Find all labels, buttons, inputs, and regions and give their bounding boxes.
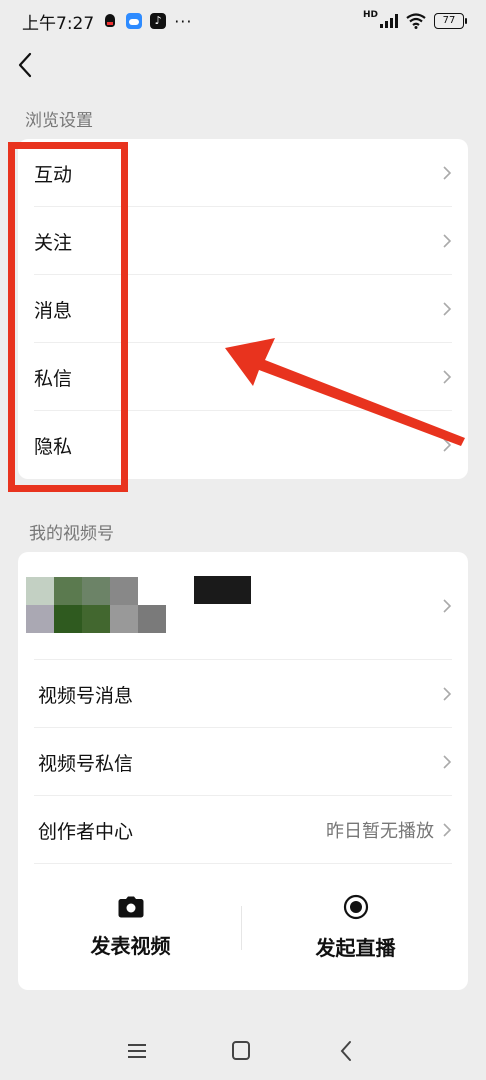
channel-actions: 发表视频 发起直播	[18, 864, 468, 990]
row-label: 创作者中心	[38, 820, 134, 843]
home-icon[interactable]	[226, 1038, 256, 1064]
row-label: 隐私	[34, 435, 73, 458]
network-label: HD	[362, 10, 378, 20]
row-label: 关注	[34, 231, 73, 254]
chevron-right-icon	[443, 302, 452, 316]
chevron-right-icon	[443, 687, 452, 701]
menu-icon[interactable]	[122, 1038, 152, 1064]
chevron-right-icon	[443, 599, 452, 613]
section-title-my-channels: 我的视频号	[29, 524, 114, 544]
live-record-icon	[343, 894, 368, 919]
avatar	[26, 577, 166, 633]
section-title-browse-settings: 浏览设置	[25, 111, 93, 131]
row-label: 私信	[34, 367, 73, 390]
qq-icon	[102, 13, 119, 29]
tiktok-icon: ♪	[150, 13, 167, 29]
settings-row-direct-messages[interactable]: 私信	[18, 343, 468, 411]
chevron-right-icon	[443, 438, 452, 452]
settings-row-follow[interactable]: 关注	[18, 207, 468, 275]
back-icon[interactable]	[332, 1038, 362, 1064]
action-label: 发起直播	[315, 935, 396, 960]
row-label: 视频号私信	[38, 752, 134, 775]
publish-video-button[interactable]: 发表视频	[18, 864, 243, 990]
row-label: 消息	[34, 299, 73, 322]
system-nav-bar	[0, 1022, 486, 1080]
row-label: 视频号消息	[38, 684, 134, 707]
settings-row-messages[interactable]: 消息	[18, 275, 468, 343]
channel-name-redacted	[194, 576, 251, 604]
back-button[interactable]	[14, 50, 38, 80]
channel-row-messages[interactable]: 视频号消息	[18, 660, 468, 728]
settings-row-interaction[interactable]: 互动	[18, 139, 468, 207]
channel-profile-row[interactable]	[18, 552, 468, 660]
channels-card: 视频号消息 视频号私信 创作者中心 昨日暂无播放 发表视频 发起直播	[18, 552, 468, 990]
chevron-right-icon	[443, 370, 452, 384]
start-live-button[interactable]: 发起直播	[243, 864, 468, 990]
action-label: 发表视频	[90, 933, 171, 958]
status-bar: 上午7:27 ♪ ··· HD 77	[0, 0, 486, 42]
camera-icon	[118, 896, 143, 917]
creator-status-value: 昨日暂无播放	[326, 821, 434, 842]
status-time: 上午7:27	[22, 13, 95, 34]
chevron-right-icon	[443, 166, 452, 180]
divider	[241, 906, 242, 950]
browse-settings-card: 互动 关注 消息 私信 隐私	[18, 139, 468, 479]
settings-row-privacy[interactable]: 隐私	[18, 411, 468, 479]
channel-row-creator-center[interactable]: 创作者中心 昨日暂无播放	[18, 796, 468, 864]
cloud-icon	[126, 13, 143, 29]
signal-icon	[380, 14, 398, 28]
more-notifications-icon: ···	[174, 11, 193, 31]
chevron-right-icon	[443, 823, 452, 837]
chevron-right-icon	[443, 755, 452, 769]
chevron-right-icon	[443, 234, 452, 248]
channel-row-direct-messages[interactable]: 视频号私信	[18, 728, 468, 796]
row-label: 互动	[34, 163, 73, 186]
wifi-icon	[406, 13, 426, 29]
battery-indicator: 77	[434, 13, 467, 29]
